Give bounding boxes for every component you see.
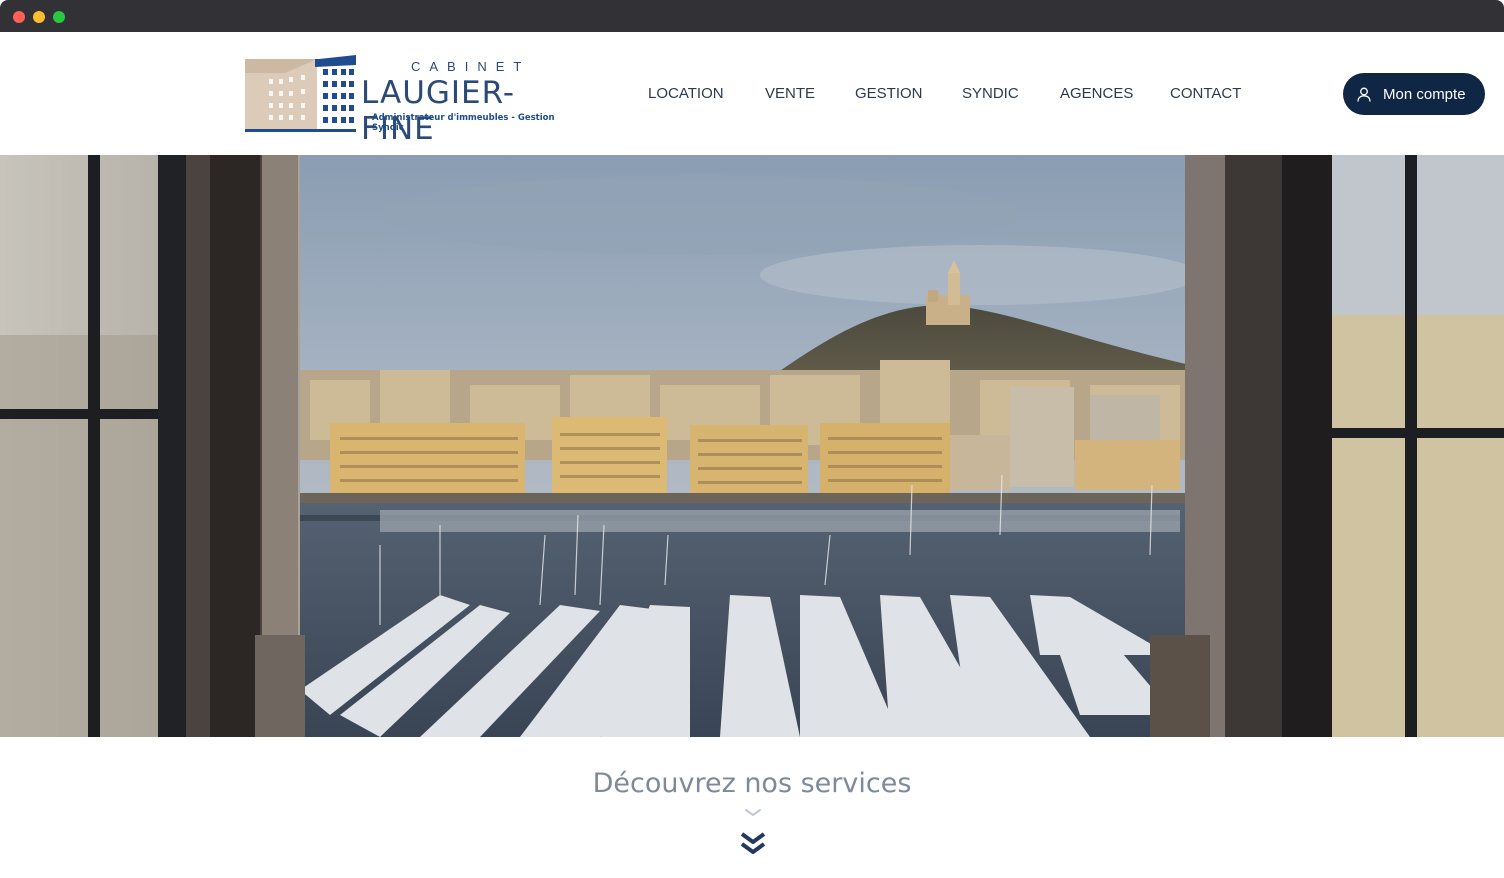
nav-gestion[interactable]: GESTION [855, 85, 923, 102]
chevron-down-icon[interactable] [744, 808, 762, 818]
site-logo[interactable]: CABINET LAUGIER-FINE Administrateur d'im… [245, 55, 585, 147]
nav-contact[interactable]: CONTACT [1170, 85, 1241, 102]
nav-vente[interactable]: VENTE [765, 85, 815, 102]
hero-banner-image [0, 155, 1504, 737]
building-logo-icon [245, 55, 356, 132]
site-header: CABINET LAUGIER-FINE Administrateur d'im… [0, 32, 1504, 155]
double-chevron-down-icon[interactable] [739, 830, 767, 858]
maximize-window-button[interactable] [53, 11, 65, 23]
account-button[interactable]: Mon compte [1343, 73, 1485, 115]
nav-agences[interactable]: AGENCES [1060, 85, 1133, 102]
user-icon [1357, 87, 1371, 102]
window-titlebar [0, 0, 1504, 32]
logo-line-cabinet: CABINET [411, 59, 531, 74]
close-window-button[interactable] [13, 11, 25, 23]
nav-location[interactable]: LOCATION [648, 85, 724, 102]
services-title: Découvrez nos services [592, 768, 912, 799]
logo-line-name: LAUGIER-FINE [361, 75, 516, 147]
nav-syndic[interactable]: SYNDIC [962, 85, 1019, 102]
account-button-label: Mon compte [1383, 85, 1466, 103]
logo-tagline: Administrateur d'immeubles - Gestion Syn… [372, 113, 555, 133]
minimize-window-button[interactable] [33, 11, 45, 23]
